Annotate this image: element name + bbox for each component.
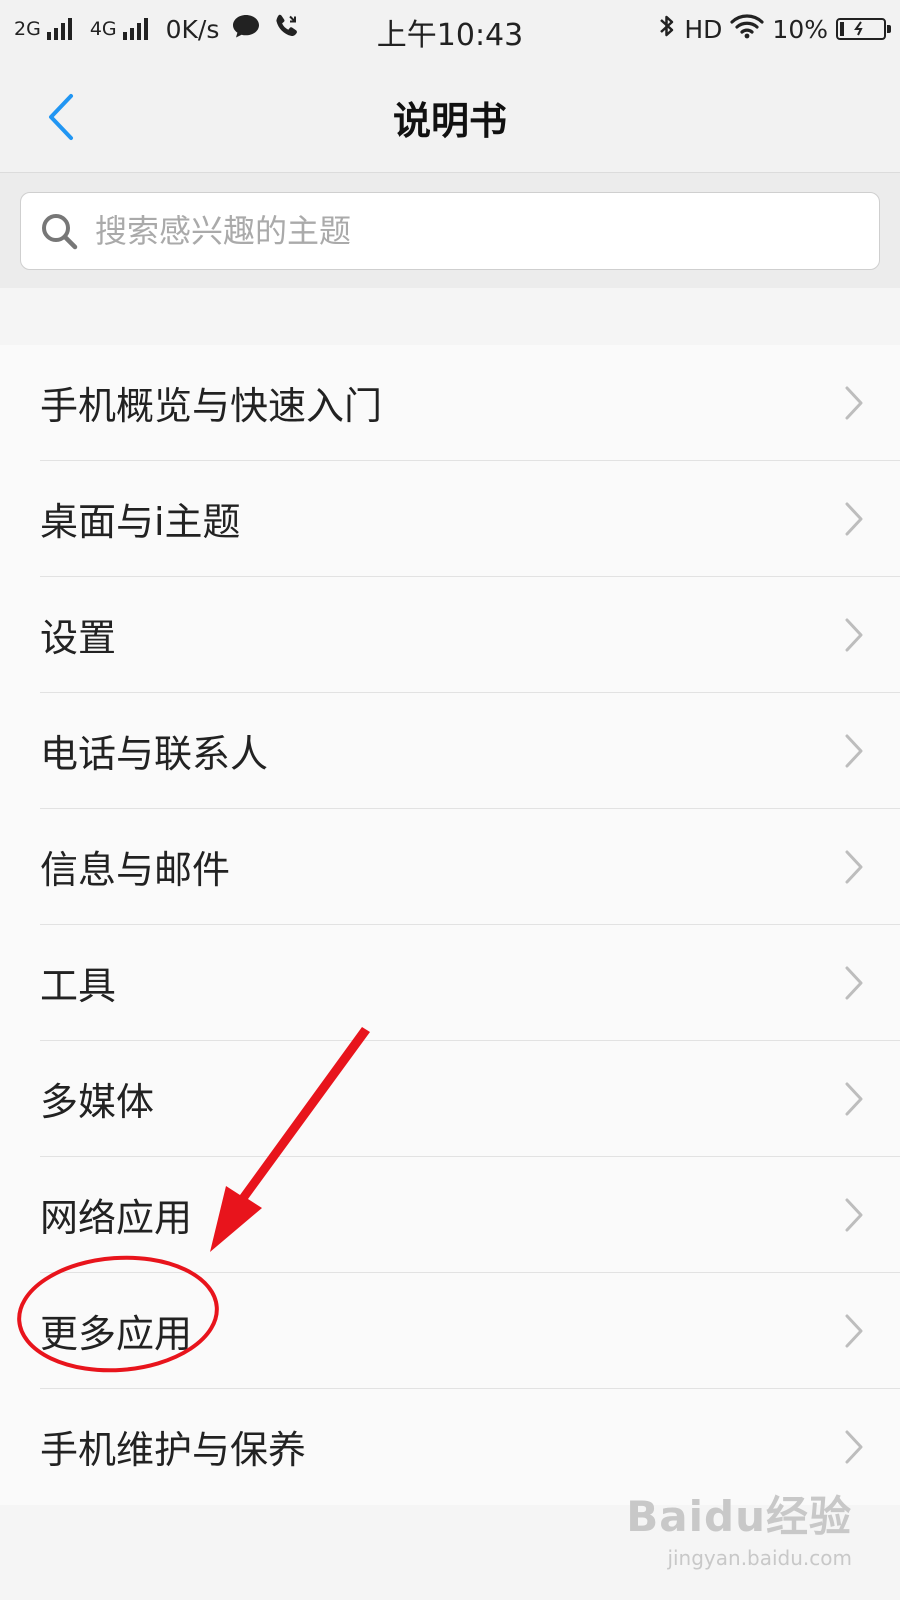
chevron-right-icon (845, 502, 863, 536)
status-bar: 2G 4G 0K/s 上午10:43 HD 10% (0, 0, 900, 62)
list-item-more-apps[interactable]: 更多应用 (40, 1273, 900, 1389)
search-input[interactable] (93, 211, 817, 251)
bluetooth-icon (658, 12, 676, 46)
chevron-right-icon (845, 386, 863, 420)
list-item-label: 手机概览与快速入门 (40, 384, 383, 428)
chevron-right-icon (845, 618, 863, 652)
list-item-network-apps[interactable]: 网络应用 (40, 1157, 900, 1273)
list-item-overview[interactable]: 手机概览与快速入门 (40, 345, 900, 461)
watermark-url: jingyan.baidu.com (667, 1546, 852, 1570)
list-item-label: 工具 (40, 964, 117, 1008)
list-item-tools[interactable]: 工具 (40, 925, 900, 1041)
list-item-multimedia[interactable]: 多媒体 (40, 1041, 900, 1157)
battery-percent: 10% (772, 14, 828, 44)
list-item-label: 信息与邮件 (40, 848, 231, 892)
list-item-label: 更多应用 (40, 1312, 193, 1356)
list-item-label: 手机维护与保养 (40, 1428, 307, 1472)
manual-topic-list: 手机概览与快速入门 桌面与i主题 设置 电话与联系人 信息与邮件 工具 多媒体 … (0, 345, 900, 1505)
chevron-right-icon (845, 1198, 863, 1232)
chevron-right-icon (845, 850, 863, 884)
chevron-right-icon (845, 1430, 863, 1464)
list-item-label: 桌面与i主题 (40, 500, 241, 544)
app-header: 说明书 (0, 62, 900, 173)
search-box[interactable] (20, 192, 880, 270)
chevron-right-icon (845, 1314, 863, 1348)
chevron-right-icon (845, 734, 863, 768)
baidu-watermark: Baidu经验 jingyan.baidu.com (626, 1483, 852, 1570)
list-item-messages-mail[interactable]: 信息与邮件 (40, 809, 900, 925)
list-item-desktop-themes[interactable]: 桌面与i主题 (40, 461, 900, 577)
list-item-label: 设置 (40, 616, 117, 660)
chevron-right-icon (845, 966, 863, 1000)
list-item-label: 网络应用 (40, 1196, 193, 1240)
list-item-settings[interactable]: 设置 (40, 577, 900, 693)
watermark-logo: Baidu经验 (626, 1492, 852, 1541)
status-right: HD 10% (658, 12, 891, 46)
battery-icon (836, 18, 891, 40)
list-item-label: 电话与联系人 (40, 732, 269, 776)
wifi-icon (730, 13, 765, 45)
page-title: 说明书 (392, 99, 507, 143)
list-item-phone-contacts[interactable]: 电话与联系人 (40, 693, 900, 809)
search-icon (39, 211, 79, 251)
search-area (0, 173, 900, 288)
list-item-label: 多媒体 (40, 1080, 155, 1124)
chevron-right-icon (845, 1082, 863, 1116)
hd-label: HD (684, 14, 723, 44)
